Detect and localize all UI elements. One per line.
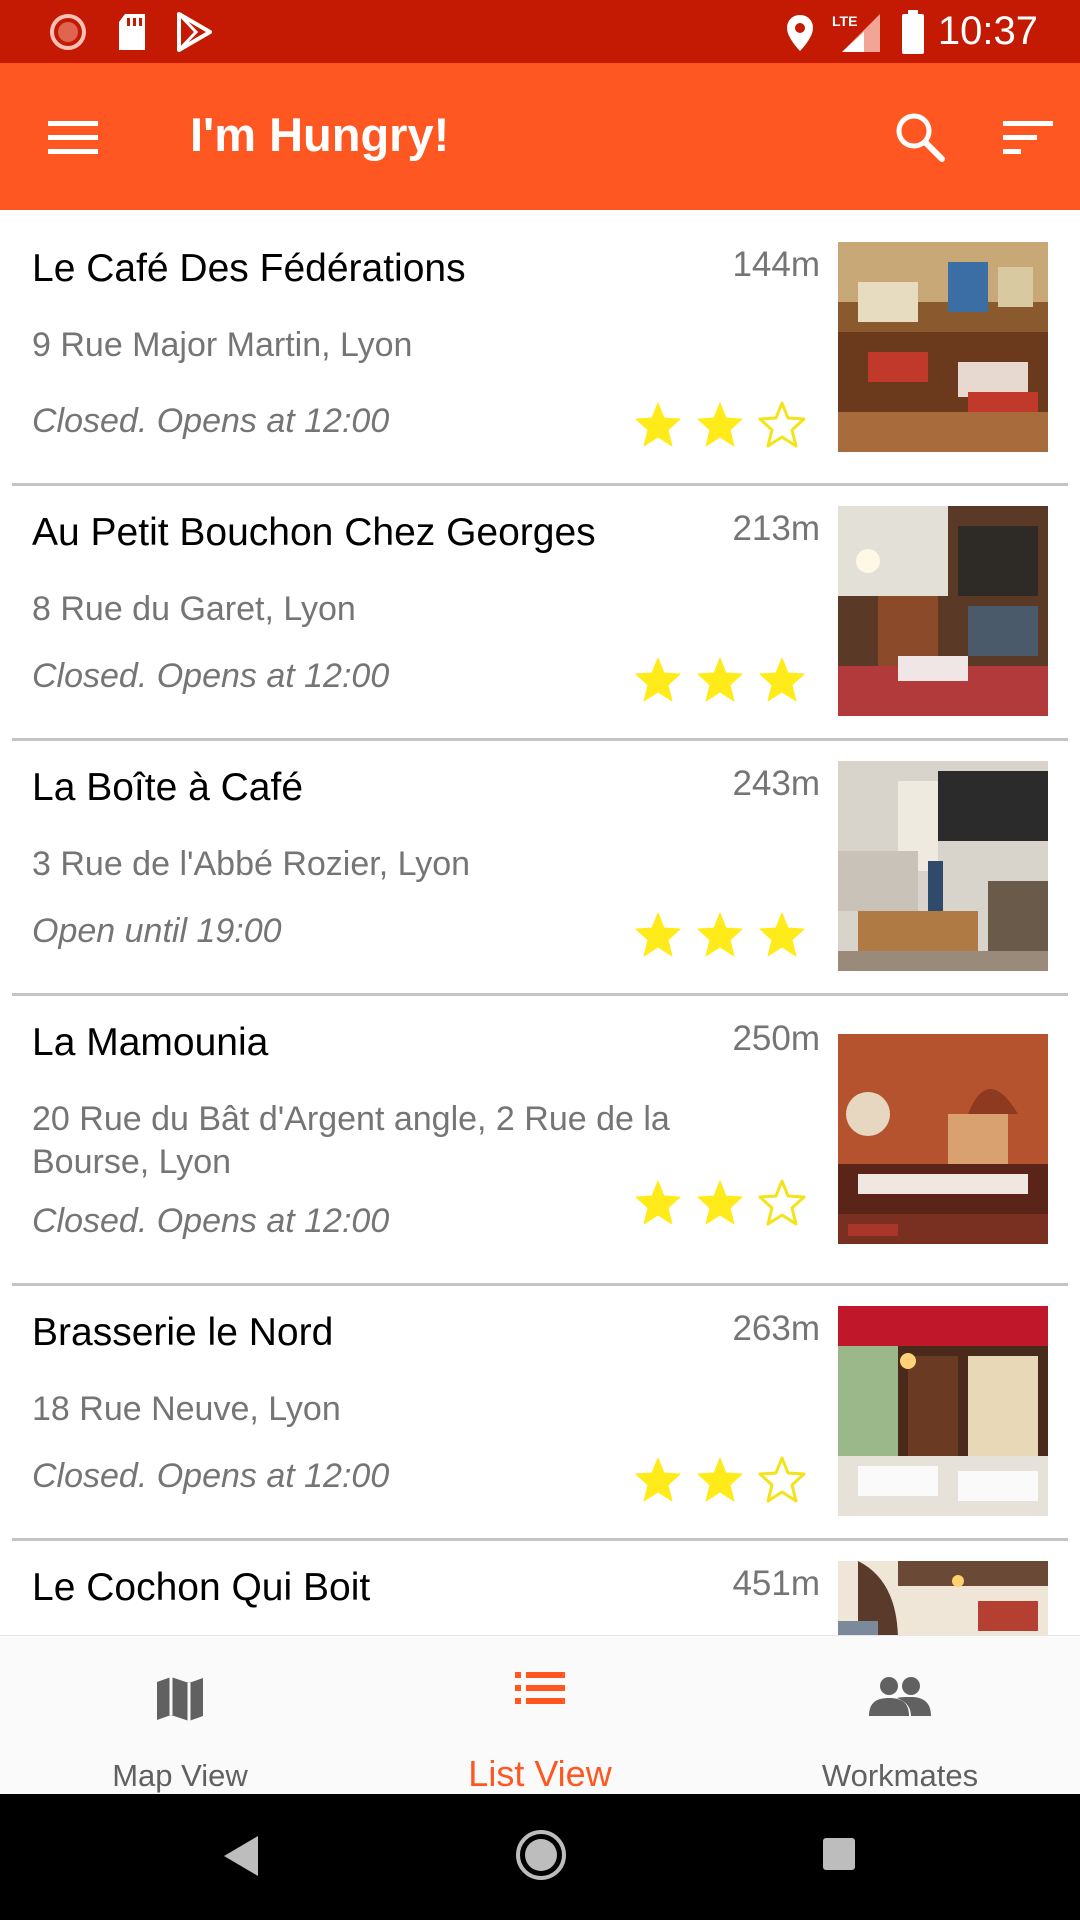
menu-icon [48,121,98,154]
star-filled-icon [697,1180,743,1225]
rating-stars [630,1174,830,1232]
sort-icon [1003,121,1053,154]
restaurant-address: 9 Rue Major Martin, Lyon [32,326,413,364]
star-empty-icon [758,1179,806,1226]
restaurant-name: Le Cochon Qui Boit [32,1566,371,1609]
search-icon [896,113,945,162]
restaurant-distance: 250m [732,1019,820,1058]
play-store-icon [176,12,212,57]
restaurant-distance: 451m [732,1564,820,1603]
rating-stars [630,396,830,454]
recents-icon[interactable] [822,1837,856,1876]
clock: 10:37 [937,9,1038,53]
rating-stars [630,906,830,964]
rating-stars [630,1451,830,1509]
back-icon[interactable] [222,1834,260,1883]
restaurant-name: La Boîte à Café [32,766,304,809]
restaurant-distance: 144m [732,245,820,284]
restaurant-photo [838,1034,1048,1244]
star-filled-icon [759,912,805,957]
status-bar: LTE 10:37 [0,0,1080,63]
location-icon [785,13,815,58]
search-button[interactable] [886,103,954,171]
signal-icon: LTE [828,10,882,59]
menu-button[interactable] [39,103,107,171]
tab-map-view[interactable]: Map View [0,1636,360,1795]
restaurant-name: Le Café Des Fédérations [32,247,466,290]
restaurant-photo [838,242,1048,452]
restaurant-photo [838,1306,1048,1516]
rating-stars [630,651,830,709]
restaurant-hours: Closed. Opens at 12:00 [32,657,390,695]
restaurant-name: Brasserie le Nord [32,1311,334,1354]
star-empty-icon [758,401,806,448]
list-icon [515,1670,565,1711]
battery-icon [900,10,926,59]
star-filled-icon [697,1457,743,1502]
restaurant-item[interactable]: Brasserie le Nord 263m 18 Rue Neuve, Lyo… [12,1286,1068,1541]
tab-list-view[interactable]: List View [360,1636,720,1795]
restaurant-photo [838,1561,1048,1635]
restaurant-name: La Mamounia [32,1021,269,1064]
restaurant-hours: Closed. Opens at 12:00 [32,1457,390,1495]
app-title: I'm Hungry! [190,108,450,161]
star-filled-icon [635,1180,681,1225]
restaurant-item[interactable]: Au Petit Bouchon Chez Georges 213m 8 Rue… [12,486,1068,741]
app-bar: I'm Hungry! [0,63,1080,210]
star-filled-icon [635,1457,681,1502]
star-filled-icon [759,657,805,702]
restaurant-hours: Open until 19:00 [32,912,282,950]
restaurant-list[interactable]: Le Café Des Fédérations 144m 9 Rue Major… [0,210,1080,1635]
restaurant-item[interactable]: La Mamounia 250m 20 Rue du Bât d'Argent … [12,996,1068,1286]
star-filled-icon [635,912,681,957]
record-icon [48,12,88,57]
system-navigation-bar [0,1794,1080,1920]
bottom-navigation: Map View List View Workmates [0,1635,1080,1795]
people-icon [869,1676,931,1721]
restaurant-distance: 243m [732,764,820,803]
sort-button[interactable] [994,103,1062,171]
star-filled-icon [697,402,743,447]
tab-map-view-label: Map View [112,1758,248,1793]
restaurant-address: 20 Rue du Bât d'Argent angle, 2 Rue de l… [32,1100,670,1181]
restaurant-photo [838,506,1048,716]
star-filled-icon [697,912,743,957]
tab-list-view-label: List View [468,1753,612,1794]
restaurant-item[interactable]: Le Cochon Qui Boit 451m [12,1541,1068,1635]
home-icon[interactable] [514,1828,568,1887]
restaurant-distance: 263m [732,1309,820,1348]
restaurant-item[interactable]: La Boîte à Café 243m 3 Rue de l'Abbé Roz… [12,741,1068,996]
restaurant-address: 3 Rue de l'Abbé Rozier, Lyon [32,845,471,883]
map-icon [155,1674,205,1729]
restaurant-name: Au Petit Bouchon Chez Georges [32,511,596,554]
restaurant-distance: 213m [732,509,820,548]
restaurant-hours: Closed. Opens at 12:00 [32,1202,390,1240]
star-empty-icon [758,1456,806,1503]
restaurant-hours: Closed. Opens at 12:00 [32,402,390,440]
sd-card-icon [115,12,149,57]
tab-workmates[interactable]: Workmates [720,1636,1080,1795]
tab-workmates-label: Workmates [821,1758,979,1793]
star-filled-icon [697,657,743,702]
star-filled-icon [635,657,681,702]
restaurant-item[interactable]: Le Café Des Fédérations 144m 9 Rue Major… [12,222,1068,486]
restaurant-address: 8 Rue du Garet, Lyon [32,590,356,628]
star-filled-icon [635,402,681,447]
network-type-label: LTE [832,13,857,29]
restaurant-photo [838,761,1048,971]
restaurant-address: 18 Rue Neuve, Lyon [32,1390,341,1428]
